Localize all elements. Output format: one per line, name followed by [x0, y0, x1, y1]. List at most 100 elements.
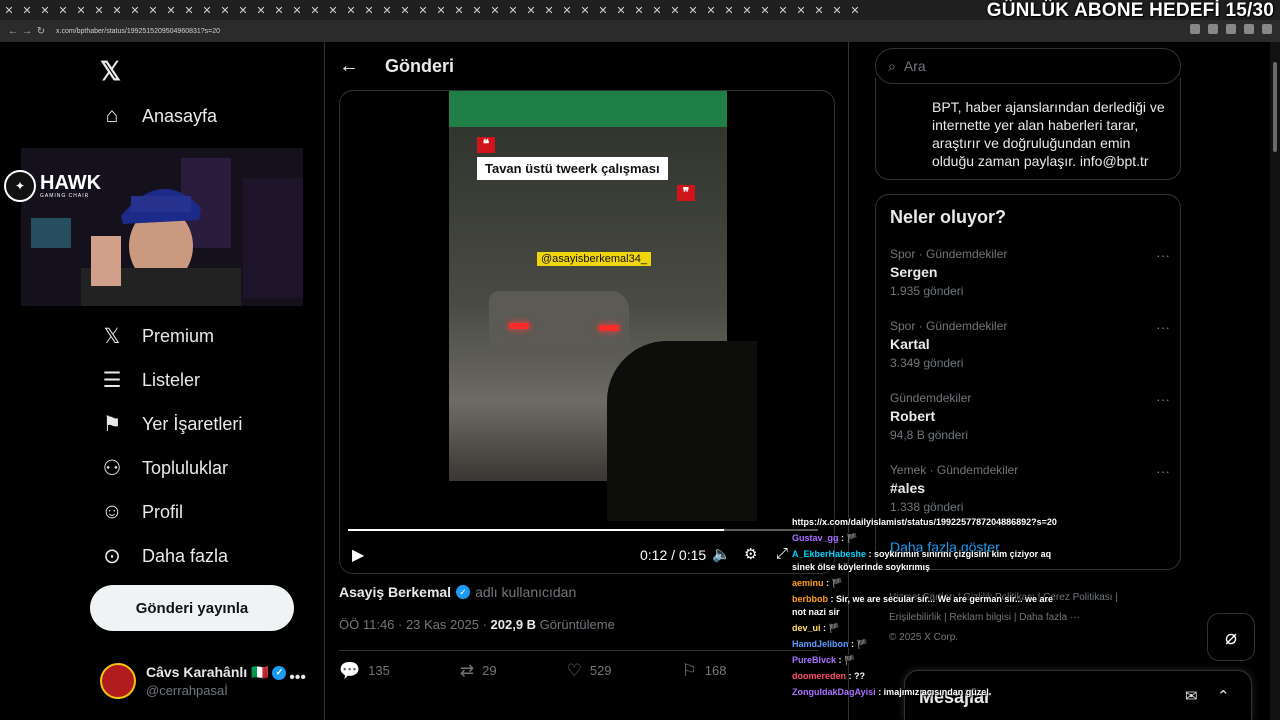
browser-tab[interactable]: ✕	[252, 2, 270, 18]
browser-tab[interactable]: ✕	[756, 2, 774, 18]
browser-tab[interactable]: ✕	[432, 2, 450, 18]
video-frame[interactable]: ❝ Tavan üstü tweerk çalışması ❞ @asayisb…	[449, 91, 757, 521]
browser-tab[interactable]: ✕	[306, 2, 324, 18]
video-progress-bar[interactable]	[348, 529, 818, 531]
browser-tab[interactable]: ✕	[72, 2, 90, 18]
browser-tab[interactable]: ✕	[396, 2, 414, 18]
chat-username[interactable]: A_EkberHabeshe	[792, 549, 866, 559]
browser-tab[interactable]: ✕	[792, 2, 810, 18]
nav-home[interactable]: ⌂ Anasayfa	[100, 104, 217, 128]
repost-button[interactable]: ⇄ 29	[460, 661, 497, 680]
chat-username[interactable]: ZonguldakDagAyisi	[792, 687, 876, 697]
account-switcher[interactable]: Câvs Karahânlı 🇮🇹 ✓ @cerrahpasaİ •••	[100, 659, 310, 703]
more-dots-icon[interactable]: ···	[1156, 463, 1170, 479]
volume-icon[interactable]: 🔈	[712, 545, 731, 563]
forward-icon[interactable]: →	[20, 26, 34, 37]
browser-tab[interactable]: ✕	[576, 2, 594, 18]
scrollbar-thumb[interactable]	[1273, 62, 1277, 152]
back-arrow-icon[interactable]: ←	[339, 55, 359, 78]
profile-icon[interactable]	[1262, 24, 1272, 34]
browser-tab[interactable]: ✕	[810, 2, 828, 18]
nav-more[interactable]: ⊙ Daha fazla	[100, 544, 228, 568]
browser-tab[interactable]: ✕	[126, 2, 144, 18]
cast-icon[interactable]	[1208, 24, 1218, 34]
browser-tab[interactable]: ✕	[702, 2, 720, 18]
address-bar[interactable]: ← → ↻ x.com/bpthaber/status/199251520950…	[0, 20, 1280, 42]
chat-username[interactable]: berbbob	[792, 594, 828, 604]
browser-tab[interactable]: ✕	[450, 2, 468, 18]
nav-communities[interactable]: ⚇ Topluluklar	[100, 456, 228, 480]
browser-tab[interactable]: ✕	[774, 2, 792, 18]
nav-profile[interactable]: ☺ Profil	[100, 500, 183, 524]
like-button[interactable]: ♡ 529	[567, 661, 612, 680]
browser-tab[interactable]: ✕	[612, 2, 630, 18]
play-icon[interactable]: ▶	[352, 545, 364, 565]
browser-tab[interactable]: ✕	[846, 2, 864, 18]
fullscreen-icon[interactable]: ⤢	[776, 545, 788, 562]
browser-tab[interactable]: ✕	[540, 2, 558, 18]
browser-tab[interactable]: ✕	[684, 2, 702, 18]
nav-premium[interactable]: 𝕏 Premium	[100, 324, 214, 348]
search-input[interactable]: ⌕ Ara	[875, 48, 1181, 84]
author-name[interactable]: Asayiş Berkemal	[339, 584, 451, 600]
chat-username[interactable]: aeminu	[792, 578, 824, 588]
browser-tab[interactable]: ✕	[36, 2, 54, 18]
trend-item[interactable]: Spor · Gündemdekiler Sergen 1.935 gönderi ·…	[890, 247, 1170, 298]
trend-item[interactable]: Gündemdekiler Robert 94,8 B gönderi ···	[890, 391, 1170, 442]
more-dots-icon[interactable]: ···	[1156, 247, 1170, 263]
browser-tab[interactable]: ✕	[288, 2, 306, 18]
nav-lists[interactable]: ☰ Listeler	[100, 368, 200, 392]
post-button[interactable]: Gönderi yayınla	[90, 585, 294, 631]
trend-item[interactable]: Yemek · Gündemdekiler #ales 1.338 gönderi ·…	[890, 463, 1170, 514]
chat-username[interactable]: doomereden	[792, 671, 846, 681]
browser-tab[interactable]: ✕	[18, 2, 36, 18]
chat-username[interactable]: dev_ui	[792, 623, 821, 633]
chat-username[interactable]: HamdJelibon	[792, 639, 849, 649]
browser-tab[interactable]: ✕	[162, 2, 180, 18]
browser-tab[interactable]: ✕	[828, 2, 846, 18]
browser-tab[interactable]: ✕	[666, 2, 684, 18]
browser-tab[interactable]: ✕	[468, 2, 486, 18]
browser-tab[interactable]: ✕	[558, 2, 576, 18]
browser-tab[interactable]: ✕	[216, 2, 234, 18]
browser-tab[interactable]: ✕	[720, 2, 738, 18]
back-icon[interactable]: ←	[6, 26, 20, 37]
browser-tab[interactable]: ✕	[54, 2, 72, 18]
trend-item[interactable]: Spor · Gündemdekiler Kartal 3.349 gönderi ·…	[890, 319, 1170, 370]
url-text[interactable]: x.com/bpthaber/status/199251520950496083…	[56, 28, 220, 35]
more-dots-icon[interactable]: •••	[289, 669, 306, 687]
browser-tab[interactable]: ✕	[630, 2, 648, 18]
browser-tab[interactable]: ✕	[648, 2, 666, 18]
browser-tab[interactable]: ✕	[0, 2, 18, 18]
browser-tab[interactable]: ✕	[504, 2, 522, 18]
nav-bookmarks[interactable]: ⚑ Yer İşaretleri	[100, 412, 243, 436]
settings-gear-icon[interactable]: ⚙	[744, 545, 757, 563]
x-logo-icon[interactable]: 𝕏	[100, 56, 121, 87]
grok-icon[interactable]: ⌀	[1207, 613, 1255, 661]
browser-tab[interactable]: ✕	[360, 2, 378, 18]
browser-tab[interactable]: ✕	[144, 2, 162, 18]
browser-tab[interactable]: ✕	[324, 2, 342, 18]
browser-tab[interactable]: ✕	[378, 2, 396, 18]
browser-tab[interactable]: ✕	[342, 2, 360, 18]
post-timestamp[interactable]: ÖÖ 11:46 · 23 Kas 2025 ·	[339, 617, 491, 632]
browser-tab[interactable]: ✕	[198, 2, 216, 18]
chat-username[interactable]: PureBlvck	[792, 655, 836, 665]
more-dots-icon[interactable]: ···	[1156, 319, 1170, 335]
browser-tab[interactable]: ✕	[180, 2, 198, 18]
bookmark-button[interactable]: ⚐ 168	[682, 661, 727, 680]
reload-icon[interactable]: ↻	[34, 26, 48, 37]
video-player[interactable]: ❝ Tavan üstü tweerk çalışması ❞ @asayisb…	[339, 90, 835, 574]
browser-tab[interactable]: ✕	[234, 2, 252, 18]
browser-tab[interactable]: ✕	[738, 2, 756, 18]
browser-tab[interactable]: ✕	[594, 2, 612, 18]
new-message-icon[interactable]: ✉	[1185, 687, 1198, 705]
expand-up-icon[interactable]: ⌃	[1217, 687, 1230, 705]
browser-tab[interactable]: ✕	[108, 2, 126, 18]
browser-tab[interactable]: ✕	[90, 2, 108, 18]
extensions-icon[interactable]	[1244, 24, 1254, 34]
reply-button[interactable]: 💬 135	[339, 661, 390, 680]
browser-tab[interactable]: ✕	[270, 2, 288, 18]
browser-tab[interactable]: ✕	[522, 2, 540, 18]
bookmark-star-icon[interactable]	[1226, 24, 1236, 34]
